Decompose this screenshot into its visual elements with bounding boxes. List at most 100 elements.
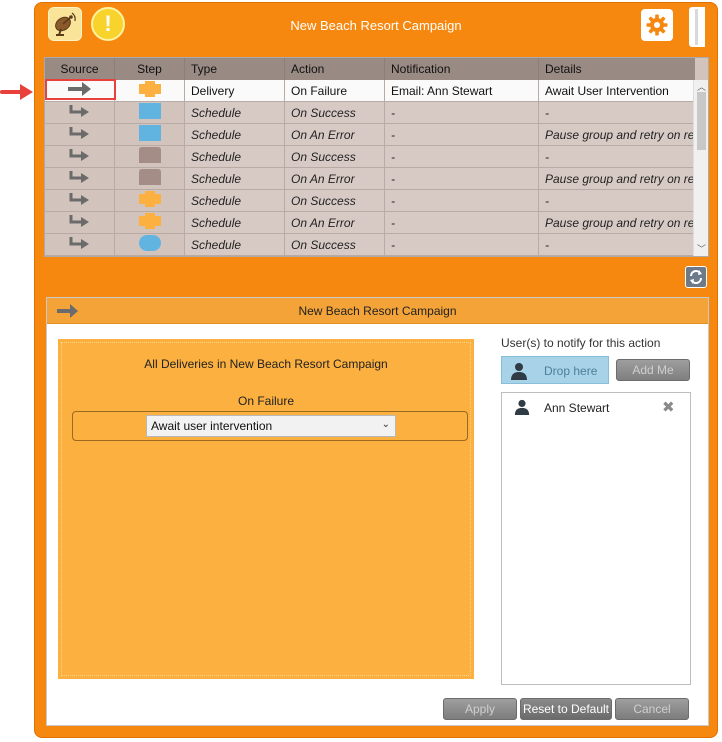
notification-cell: - (385, 124, 539, 145)
step-pill-icon (138, 235, 161, 254)
step-cell (115, 212, 185, 233)
action-select[interactable]: Await user intervention ⌄ (146, 415, 396, 437)
action-cell: On Success (285, 146, 385, 167)
type-cell: Schedule (185, 234, 285, 255)
table-row[interactable]: Schedule On An Error - Pause group and retr… (45, 168, 695, 190)
notification-cell: - (385, 168, 539, 189)
scroll-down-icon[interactable]: ﹀ (696, 244, 707, 254)
col-action[interactable]: Action (285, 58, 385, 80)
drop-here-label: Drop here (544, 364, 598, 378)
drop-here-target[interactable]: Drop here (501, 356, 609, 384)
source-cell[interactable] (45, 168, 115, 189)
step-cross-icon (138, 213, 161, 232)
source-cell[interactable] (45, 234, 115, 255)
notification-cell: - (385, 190, 539, 211)
condition-select-group: Await user intervention ⌄ (72, 411, 468, 441)
col-step[interactable]: Step (115, 58, 185, 80)
person-icon (511, 363, 527, 380)
source-arrow-icon (67, 82, 92, 99)
action-cell: On An Error (285, 124, 385, 145)
type-cell: Schedule (185, 168, 285, 189)
actions-table: Source Step Type Action Notification Det… (44, 57, 709, 257)
window-title: New Beach Resort Campaign (290, 18, 462, 33)
table-row[interactable]: Schedule On Success - - (45, 102, 695, 124)
step-tab-icon (138, 169, 161, 188)
notify-user-list: Ann Stewart ✖ (501, 392, 691, 685)
window-header: ! New Beach Resort Campaign (35, 3, 717, 49)
add-me-button[interactable]: Add Me (616, 359, 690, 381)
collapse-panel-tab[interactable] (689, 7, 705, 47)
table-body: Delivery On Failure Email: Ann Stewart Awai… (45, 80, 695, 256)
cancel-button[interactable]: Cancel (615, 698, 689, 720)
table-row[interactable]: Schedule On An Error - Pause group and retr… (45, 212, 695, 234)
step-square-icon (138, 125, 161, 144)
apply-button[interactable]: Apply (443, 698, 517, 720)
table-row[interactable]: Delivery On Failure Email: Ann Stewart Awai… (45, 80, 695, 102)
step-cross-icon (138, 81, 161, 100)
details-cell: - (539, 234, 695, 255)
person-icon (514, 399, 530, 415)
step-tab-icon (138, 147, 161, 166)
notification-cell: Email: Ann Stewart (385, 80, 539, 101)
step-cell (115, 102, 185, 123)
col-type[interactable]: Type (185, 58, 285, 80)
source-cell[interactable] (45, 124, 115, 145)
details-cell: - (539, 102, 695, 123)
source-arrow-icon (69, 192, 91, 209)
source-cell[interactable] (45, 212, 115, 233)
source-arrow-icon (69, 236, 91, 253)
step-cross-icon (138, 191, 161, 210)
table-row[interactable]: Schedule On Success - - (45, 190, 695, 212)
user-name: Ann Stewart (544, 401, 610, 415)
table-row[interactable]: Schedule On Success - - (45, 146, 695, 168)
details-cell: Pause group and retry on res (539, 124, 695, 145)
source-arrow-icon (69, 126, 91, 143)
scrollbar-thumb[interactable] (697, 92, 706, 150)
remove-user-icon[interactable]: ✖ (662, 398, 675, 416)
action-select-value: Await user intervention (151, 419, 273, 433)
action-cell: On An Error (285, 168, 385, 189)
step-cell (115, 234, 185, 255)
col-source[interactable]: Source (45, 58, 115, 80)
reset-to-default-button[interactable]: Reset to Default (520, 698, 612, 720)
action-cell: On Success (285, 102, 385, 123)
details-cell: - (539, 190, 695, 211)
settings-button[interactable] (641, 9, 673, 41)
action-cell: On Success (285, 190, 385, 211)
step-square-icon (138, 103, 161, 122)
table-scrollbar[interactable]: ︿ ﹀ (693, 80, 708, 256)
type-cell: Schedule (185, 102, 285, 123)
table-row[interactable]: Schedule On An Error - Pause group and retr… (45, 124, 695, 146)
source-cell[interactable] (45, 102, 115, 123)
refresh-icon (690, 270, 702, 284)
col-details[interactable]: Details (539, 58, 695, 80)
source-cell[interactable] (45, 146, 115, 167)
scroll-up-icon[interactable]: ︿ (696, 82, 707, 92)
notification-cell: - (385, 146, 539, 167)
card-title: All Deliveries in New Beach Resort Campa… (144, 357, 388, 371)
source-cell[interactable] (45, 190, 115, 211)
campaign-window: ! New Beach Resort Campaign Source Step … (34, 2, 718, 738)
source-arrow-icon (69, 170, 91, 187)
delivery-settings-card: All Deliveries in New Beach Resort Campa… (61, 342, 471, 676)
details-cell: - (539, 146, 695, 167)
refresh-button[interactable] (685, 266, 707, 288)
source-arrow-icon (69, 104, 91, 121)
notify-label: User(s) to notify for this action (501, 336, 661, 350)
chevron-down-icon: ⌄ (381, 419, 390, 430)
gear-icon (646, 14, 668, 36)
action-cell: On An Error (285, 212, 385, 233)
action-cell: On Failure (285, 80, 385, 101)
source-cell[interactable] (45, 80, 115, 101)
type-cell: Delivery (185, 80, 285, 101)
type-cell: Schedule (185, 146, 285, 167)
step-cell (115, 124, 185, 145)
details-cell: Await User Intervention (545, 83, 669, 98)
table-row[interactable]: Schedule On Success - - (45, 234, 695, 256)
action-detail-panel: New Beach Resort Campaign All Deliveries… (46, 297, 709, 726)
col-notification[interactable]: Notification (385, 58, 539, 80)
step-cell (115, 168, 185, 189)
type-cell: Schedule (185, 212, 285, 233)
notification-cell: - (385, 234, 539, 255)
source-arrow-icon (69, 148, 91, 165)
